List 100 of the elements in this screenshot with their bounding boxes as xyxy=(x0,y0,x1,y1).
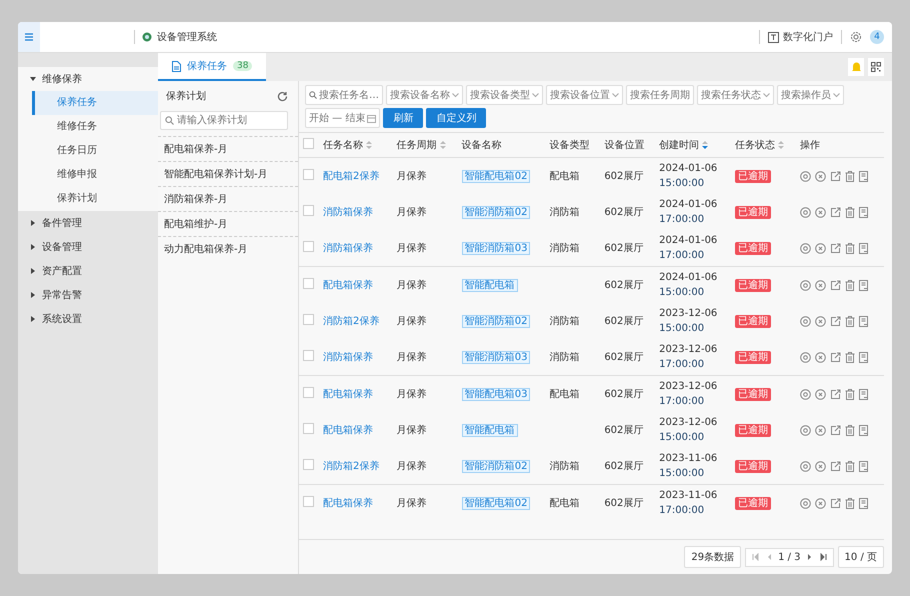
page-size-dropdown[interactable]: 10 / 页 xyxy=(838,546,884,568)
cancel-icon[interactable] xyxy=(814,352,826,362)
settings-icon[interactable] xyxy=(850,31,862,43)
view-icon[interactable] xyxy=(800,170,811,182)
refresh-icon[interactable] xyxy=(277,90,288,102)
share-icon[interactable] xyxy=(830,170,841,182)
document-icon[interactable] xyxy=(858,316,869,326)
row-checkbox[interactable] xyxy=(303,169,314,180)
sidebar-item[interactable]: 维修任务 xyxy=(32,115,158,139)
row-checkbox[interactable] xyxy=(303,496,314,507)
sort-icon[interactable] xyxy=(440,140,446,150)
sort-icon[interactable] xyxy=(702,140,708,150)
row-checkbox[interactable] xyxy=(303,241,314,252)
cancel-icon[interactable] xyxy=(814,316,826,326)
cancel-icon[interactable] xyxy=(814,206,826,218)
filter-dropdown[interactable]: 搜索设备位置 xyxy=(546,85,623,105)
cancel-icon[interactable] xyxy=(814,170,826,182)
sidebar-item[interactable]: 保养任务 xyxy=(32,91,158,115)
view-icon[interactable] xyxy=(800,424,811,436)
row-checkbox[interactable] xyxy=(303,423,314,434)
cancel-icon[interactable] xyxy=(814,460,826,472)
task-name-link[interactable]: 消防箱保养 xyxy=(323,352,373,363)
sidebar-item[interactable]: 任务日历 xyxy=(32,139,158,163)
plan-list-item[interactable]: 配电箱维护-月 xyxy=(158,211,298,236)
cancel-icon[interactable] xyxy=(814,388,826,400)
cancel-icon[interactable] xyxy=(814,280,826,290)
cancel-icon[interactable] xyxy=(814,424,826,436)
sidebar-group[interactable]: 系统设置 xyxy=(18,307,158,331)
sidebar-item[interactable]: 保养计划 xyxy=(32,187,158,211)
task-name-link[interactable]: 配电箱保养 xyxy=(323,425,373,436)
document-icon[interactable] xyxy=(858,242,869,254)
task-name-link[interactable]: 配电箱保养 xyxy=(323,389,373,400)
view-icon[interactable] xyxy=(800,388,811,400)
refresh-button[interactable]: 刷新 xyxy=(383,108,424,128)
document-icon[interactable] xyxy=(858,460,869,472)
tab[interactable]: 保养任务 38 xyxy=(158,53,266,81)
share-icon[interactable] xyxy=(830,280,841,290)
cancel-icon[interactable] xyxy=(814,242,826,254)
delete-icon[interactable] xyxy=(844,170,855,182)
delete-icon[interactable] xyxy=(844,316,855,326)
document-icon[interactable] xyxy=(858,280,869,290)
next-page-icon[interactable] xyxy=(806,553,813,561)
sidebar-group[interactable]: 设备管理 xyxy=(18,235,158,259)
first-page-icon[interactable] xyxy=(752,553,760,561)
filter-field[interactable]: 搜索任务周期 xyxy=(626,85,694,105)
sidebar-group[interactable]: 异常告警 xyxy=(18,283,158,307)
document-icon[interactable] xyxy=(858,352,869,362)
share-icon[interactable] xyxy=(830,424,841,436)
view-icon[interactable] xyxy=(800,242,811,254)
task-name-link[interactable]: 配电箱保养 xyxy=(323,280,373,291)
share-icon[interactable] xyxy=(830,460,841,472)
cancel-icon[interactable] xyxy=(814,498,826,508)
task-name-link[interactable]: 消防箱保养 xyxy=(323,243,373,254)
delete-icon[interactable] xyxy=(844,460,855,472)
plan-list-item[interactable]: 消防箱保养-月 xyxy=(158,186,298,211)
delete-icon[interactable] xyxy=(844,498,855,508)
plan-list-item[interactable]: 动力配电箱保养-月 xyxy=(158,236,298,261)
delete-icon[interactable] xyxy=(844,388,855,400)
task-name-link[interactable]: 消防箱保养 xyxy=(323,207,373,218)
filter-dropdown[interactable]: 搜索操作员 xyxy=(777,85,844,105)
share-icon[interactable] xyxy=(830,498,841,508)
row-checkbox[interactable] xyxy=(303,387,314,398)
view-icon[interactable] xyxy=(800,352,811,362)
task-name-link[interactable]: 消防箱2保养 xyxy=(323,461,380,472)
row-checkbox[interactable] xyxy=(303,314,314,325)
delete-icon[interactable] xyxy=(844,280,855,290)
sidebar-item[interactable]: 维修申报 xyxy=(32,163,158,187)
custom-columns-button[interactable]: 自定义列 xyxy=(426,108,486,128)
previous-page-icon[interactable] xyxy=(766,553,772,561)
portal-link[interactable]: 数字化门户 xyxy=(759,30,842,44)
filter-field[interactable]: 搜索任务名… xyxy=(305,85,383,105)
sort-icon[interactable] xyxy=(778,140,784,150)
task-name-link[interactable]: 消防箱2保养 xyxy=(323,316,380,327)
filter-dropdown[interactable]: 搜索设备类型 xyxy=(466,85,543,105)
view-icon[interactable] xyxy=(800,316,811,326)
view-icon[interactable] xyxy=(800,280,811,290)
row-checkbox[interactable] xyxy=(303,205,314,216)
share-icon[interactable] xyxy=(830,242,841,254)
select-all-checkbox[interactable] xyxy=(303,138,314,149)
qr-code-icon[interactable] xyxy=(868,58,884,76)
sort-icon[interactable] xyxy=(366,140,372,150)
row-checkbox[interactable] xyxy=(303,278,314,289)
share-icon[interactable] xyxy=(830,388,841,400)
filter-dropdown[interactable]: 搜索任务状态 xyxy=(697,85,774,105)
share-icon[interactable] xyxy=(830,206,841,218)
task-name-link[interactable]: 配电箱2保养 xyxy=(323,171,380,182)
row-checkbox[interactable] xyxy=(303,350,314,361)
view-icon[interactable] xyxy=(800,498,811,508)
share-icon[interactable] xyxy=(830,316,841,326)
task-name-link[interactable]: 配电箱保养 xyxy=(323,498,373,509)
document-icon[interactable] xyxy=(858,206,869,218)
document-icon[interactable] xyxy=(858,424,869,436)
sidebar-group[interactable]: 备件管理 xyxy=(18,211,158,235)
delete-icon[interactable] xyxy=(844,242,855,254)
sidebar-group[interactable]: 资产配置 xyxy=(18,259,158,283)
filter-dropdown[interactable]: 搜索设备名称 xyxy=(386,85,463,105)
plan-search-field[interactable]: 请输入保养计划 xyxy=(160,111,288,130)
last-page-icon[interactable] xyxy=(818,553,827,561)
sidebar-group[interactable]: 维修保养 xyxy=(18,67,158,91)
plan-list-item[interactable]: 配电箱保养-月 xyxy=(158,136,298,161)
